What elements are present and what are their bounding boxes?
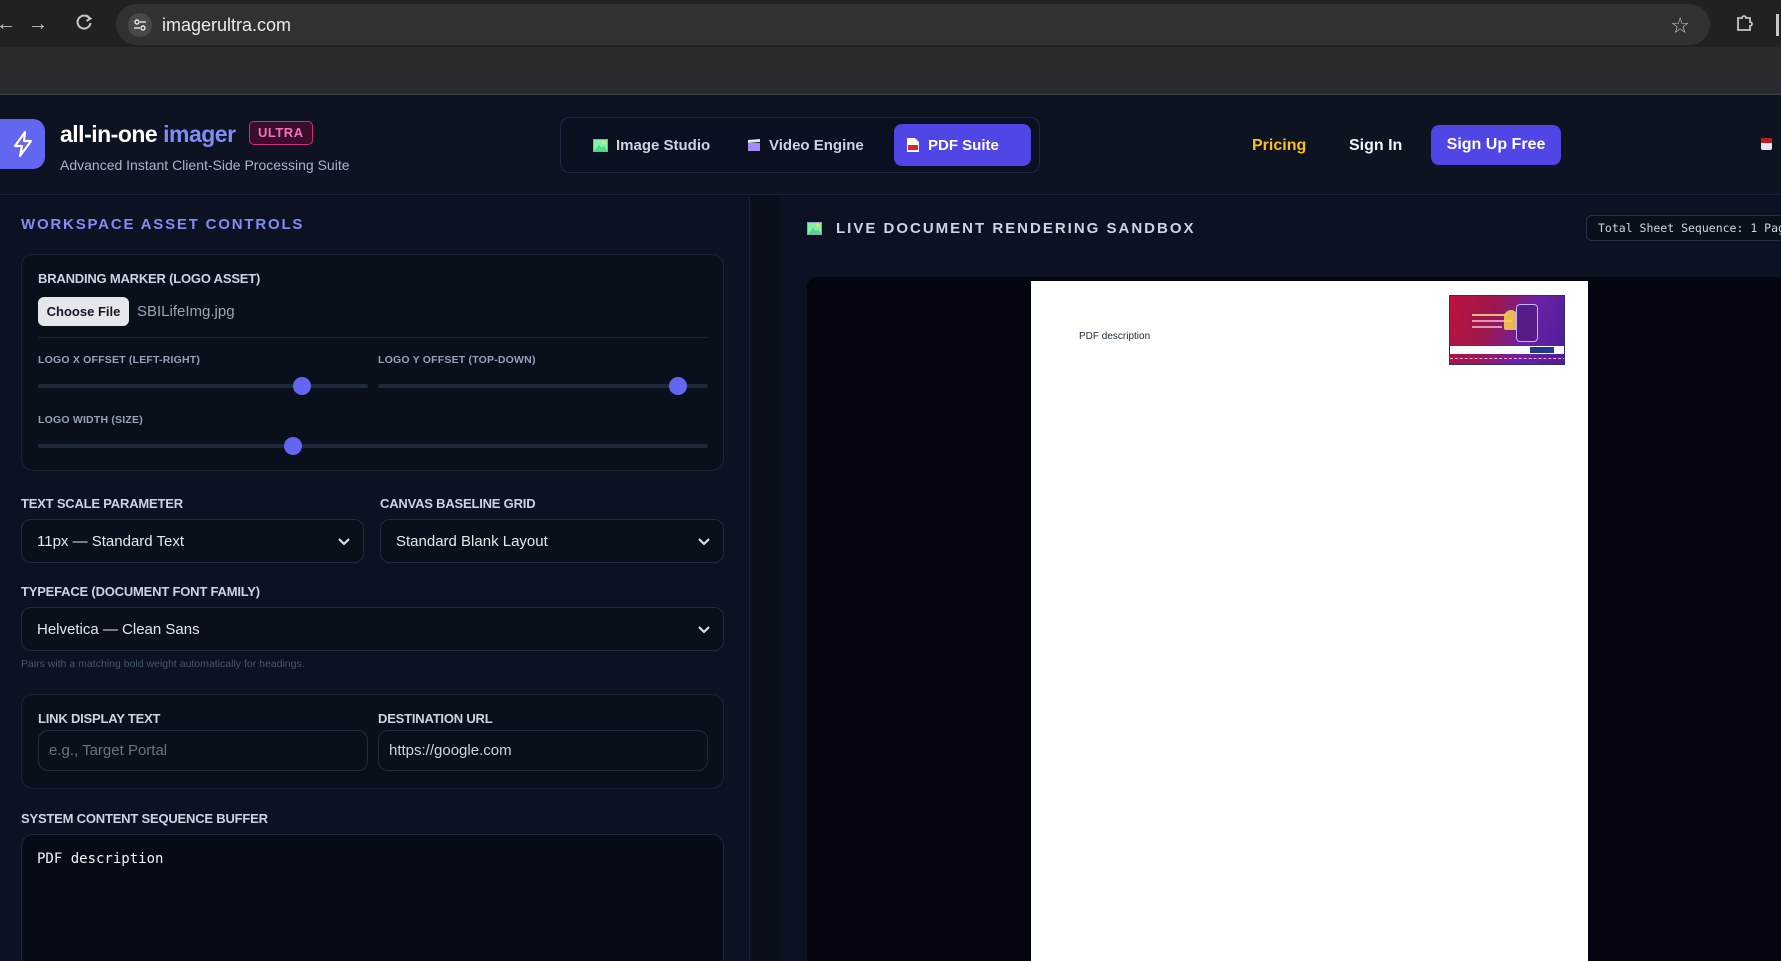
slider-thumb[interactable] [669,377,688,395]
ultra-badge: ULTRA [249,121,313,145]
text-scale-value: 11px — Standard Text [37,533,185,550]
pdf-page[interactable]: PDF description [1031,281,1588,961]
link-card: LINK DISPLAY TEXT e.g., Target Portal DE… [21,694,724,789]
sandbox-title: LIVE DOCUMENT RENDERING SANDBOX [807,220,1196,237]
brand-accent: imager [163,121,236,147]
language-flag-icon[interactable] [1761,138,1772,150]
app-header: all-in-one imager ULTRA Advanced Instant… [0,95,1781,195]
slider-track [38,384,368,388]
page-text: PDF description [1079,331,1151,342]
tab-video-engine-label: Video Engine [769,136,864,154]
reload-icon[interactable] [72,12,96,36]
extensions-icon[interactable] [1734,11,1756,38]
destination-url-label: DESTINATION URL [378,711,493,726]
logo-y-label: LOGO Y OFFSET (TOP-DOWN) [378,354,536,366]
content-buffer-textarea[interactable]: PDF description [21,834,724,961]
tab-image-studio[interactable]: Image Studio [581,124,722,166]
lightning-logo-icon[interactable] [0,119,45,169]
typeface-label: TYPEFACE (DOCUMENT FONT FAMILY) [21,584,260,599]
chevron-down-icon [698,538,710,546]
bookmark-star-icon[interactable]: ☆ [1670,13,1690,39]
divider [38,337,708,338]
pdf-file-icon [907,138,919,152]
suite-tabs: Image Studio Video Engine PDF Suite [560,117,1040,173]
choose-file-button[interactable]: Choose File [38,297,129,326]
brand-title[interactable]: all-in-one imager [60,121,236,148]
sign-up-button[interactable]: Sign Up Free [1431,125,1561,165]
link-text-input[interactable]: e.g., Target Portal [38,730,368,771]
selected-file-name: SBILifeImg.jpg [137,303,235,320]
content-buffer-label: SYSTEM CONTENT SEQUENCE BUFFER [21,811,268,826]
pricing-link[interactable]: Pricing [1252,137,1306,155]
chevron-down-icon [698,626,710,634]
sign-in-link[interactable]: Sign In [1349,137,1402,155]
logo-y-slider[interactable] [378,377,708,395]
slider-track [38,444,708,448]
site-settings-icon[interactable] [128,13,152,37]
link-text-label: LINK DISPLAY TEXT [38,711,161,726]
destination-url-input[interactable]: https://google.com [378,730,708,771]
clapper-icon [748,139,760,151]
logo-asset-card: BRANDING MARKER (LOGO ASSET) Choose File… [21,254,724,471]
logo-x-label: LOGO X OFFSET (LEFT-RIGHT) [38,354,201,366]
sandbox-title-text: LIVE DOCUMENT RENDERING SANDBOX [836,220,1196,237]
slider-thumb[interactable] [283,437,302,455]
brand-main: all-in-one [60,121,158,147]
back-icon[interactable]: ← [0,12,18,36]
browser-toolbar: ← → imagerultra.com ☆ [0,0,1781,47]
tab-image-studio-label: Image Studio [616,136,711,154]
logo-asset-label: BRANDING MARKER (LOGO ASSET) [38,271,261,286]
workspace-controls-panel: WORKSPACE ASSET CONTROLS BRANDING MARKER… [0,196,750,961]
picture-icon [593,138,608,152]
logo-image[interactable] [1449,295,1565,365]
baseline-grid-value: Standard Blank Layout [396,533,548,550]
url-text: imagerultra.com [162,15,292,35]
typeface-hint: Pairs with a matching bold weight automa… [21,658,305,670]
picture-icon [807,222,822,235]
typeface-value: Helvetica — Clean Sans [37,621,200,638]
slider-track [378,384,708,388]
profile-edge [1776,14,1779,36]
logo-width-slider[interactable] [38,437,708,455]
tab-pdf-suite[interactable]: PDF Suite [894,124,1031,166]
logo-x-slider[interactable] [38,377,368,395]
baseline-grid-label: CANVAS BASELINE GRID [380,496,536,511]
typeface-select[interactable]: Helvetica — Clean Sans [21,607,724,651]
address-bar[interactable]: imagerultra.com ☆ [116,4,1710,45]
text-scale-label: TEXT SCALE PARAMETER [21,496,183,511]
rendering-sandbox-panel: LIVE DOCUMENT RENDERING SANDBOX Total Sh… [780,196,1781,961]
slider-thumb[interactable] [293,377,311,395]
document-canvas[interactable]: PDF description [807,277,1781,961]
text-scale-select[interactable]: 11px — Standard Text [21,519,364,563]
panel-title: WORKSPACE ASSET CONTROLS [21,216,305,233]
sheet-sequence-badge: Total Sheet Sequence: 1 Page [1586,215,1781,241]
brand-subtitle: Advanced Instant Client-Side Processing … [60,157,350,173]
bookmarks-strip [0,47,1781,95]
logo-width-label: LOGO WIDTH (SIZE) [38,414,143,426]
chevron-down-icon [338,538,350,546]
forward-icon[interactable]: → [26,12,50,36]
tab-video-engine[interactable]: Video Engine [735,124,876,166]
baseline-grid-select[interactable]: Standard Blank Layout [380,519,724,563]
tab-pdf-suite-label: PDF Suite [928,136,999,154]
